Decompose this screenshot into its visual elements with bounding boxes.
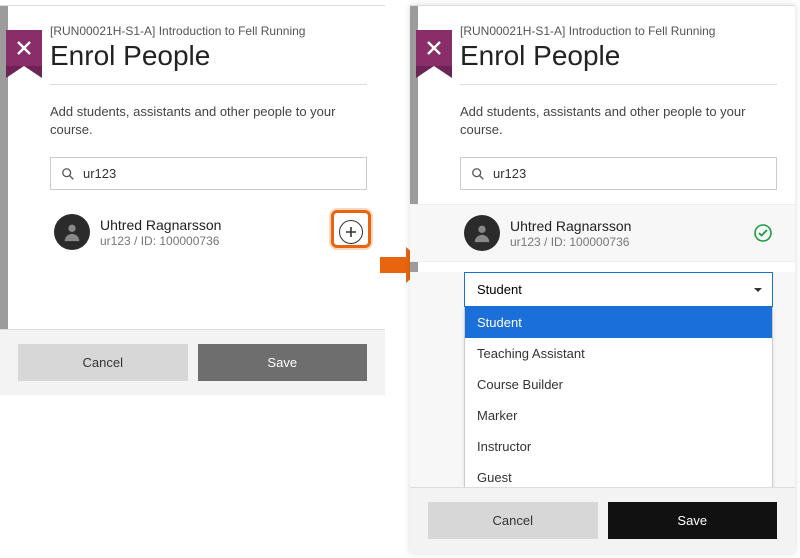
role-option-instructor[interactable]: Instructor [465,431,772,462]
role-option-marker[interactable]: Marker [465,400,772,431]
footer: Cancel Save [410,487,795,553]
person-icon [61,221,83,243]
search-icon [61,167,75,181]
added-check-icon [753,223,773,243]
search-icon [471,167,485,181]
footer: Cancel Save [0,329,385,395]
person-id: ur123 / ID: 100000736 [510,235,753,249]
search-input-wrapper[interactable] [50,157,367,190]
helper-text: Add students, assistants and other peopl… [460,103,777,139]
role-select[interactable]: Student [464,272,773,307]
search-input[interactable] [493,166,766,181]
helper-text: Add students, assistants and other peopl… [50,103,367,139]
person-info: Uhtred Ragnarsson ur123 / ID: 100000736 [510,218,753,249]
divider [50,84,367,85]
role-option-student[interactable]: Student [465,307,772,338]
person-name: Uhtred Ragnarsson [510,218,753,235]
close-icon [426,40,442,56]
enrol-panel-after: [RUN00021H-S1-A] Introduction to Fell Ru… [410,5,795,553]
search-input-wrapper[interactable] [460,157,777,190]
search-result-row-selected: Uhtred Ragnarsson ur123 / ID: 100000736 [410,204,795,262]
course-label: [RUN00021H-S1-A] Introduction to Fell Ru… [460,24,777,38]
search-result-row: Uhtred Ragnarsson ur123 / ID: 100000736 [50,204,367,260]
person-id: ur123 / ID: 100000736 [100,234,339,248]
save-button[interactable]: Save [198,344,368,381]
person-icon [471,222,493,244]
enrol-panel-before: [RUN00021H-S1-A] Introduction to Fell Ru… [0,5,385,395]
highlight-box [331,210,371,248]
close-button[interactable] [416,30,452,66]
role-option-course-builder[interactable]: Course Builder [465,369,772,400]
avatar [464,215,500,251]
cancel-button[interactable]: Cancel [18,344,188,381]
save-button[interactable]: Save [608,502,778,539]
page-title: Enrol People [50,40,367,72]
panel-content: [RUN00021H-S1-A] Introduction to Fell Ru… [460,24,777,487]
ribbon-tail [6,66,42,78]
role-selected-label: Student [477,282,522,297]
person-name: Uhtred Ragnarsson [100,217,339,234]
cancel-button[interactable]: Cancel [428,502,598,539]
search-input[interactable] [83,166,356,181]
close-icon [16,40,32,56]
role-option-ta[interactable]: Teaching Assistant [465,338,772,369]
person-info: Uhtred Ragnarsson ur123 / ID: 100000736 [100,217,339,248]
divider [460,84,777,85]
page-title: Enrol People [460,40,777,72]
ribbon-tail [416,66,452,78]
close-button[interactable] [6,30,42,66]
chevron-down-icon [754,288,762,292]
avatar [54,214,90,250]
course-label: [RUN00021H-S1-A] Introduction to Fell Ru… [50,24,367,38]
